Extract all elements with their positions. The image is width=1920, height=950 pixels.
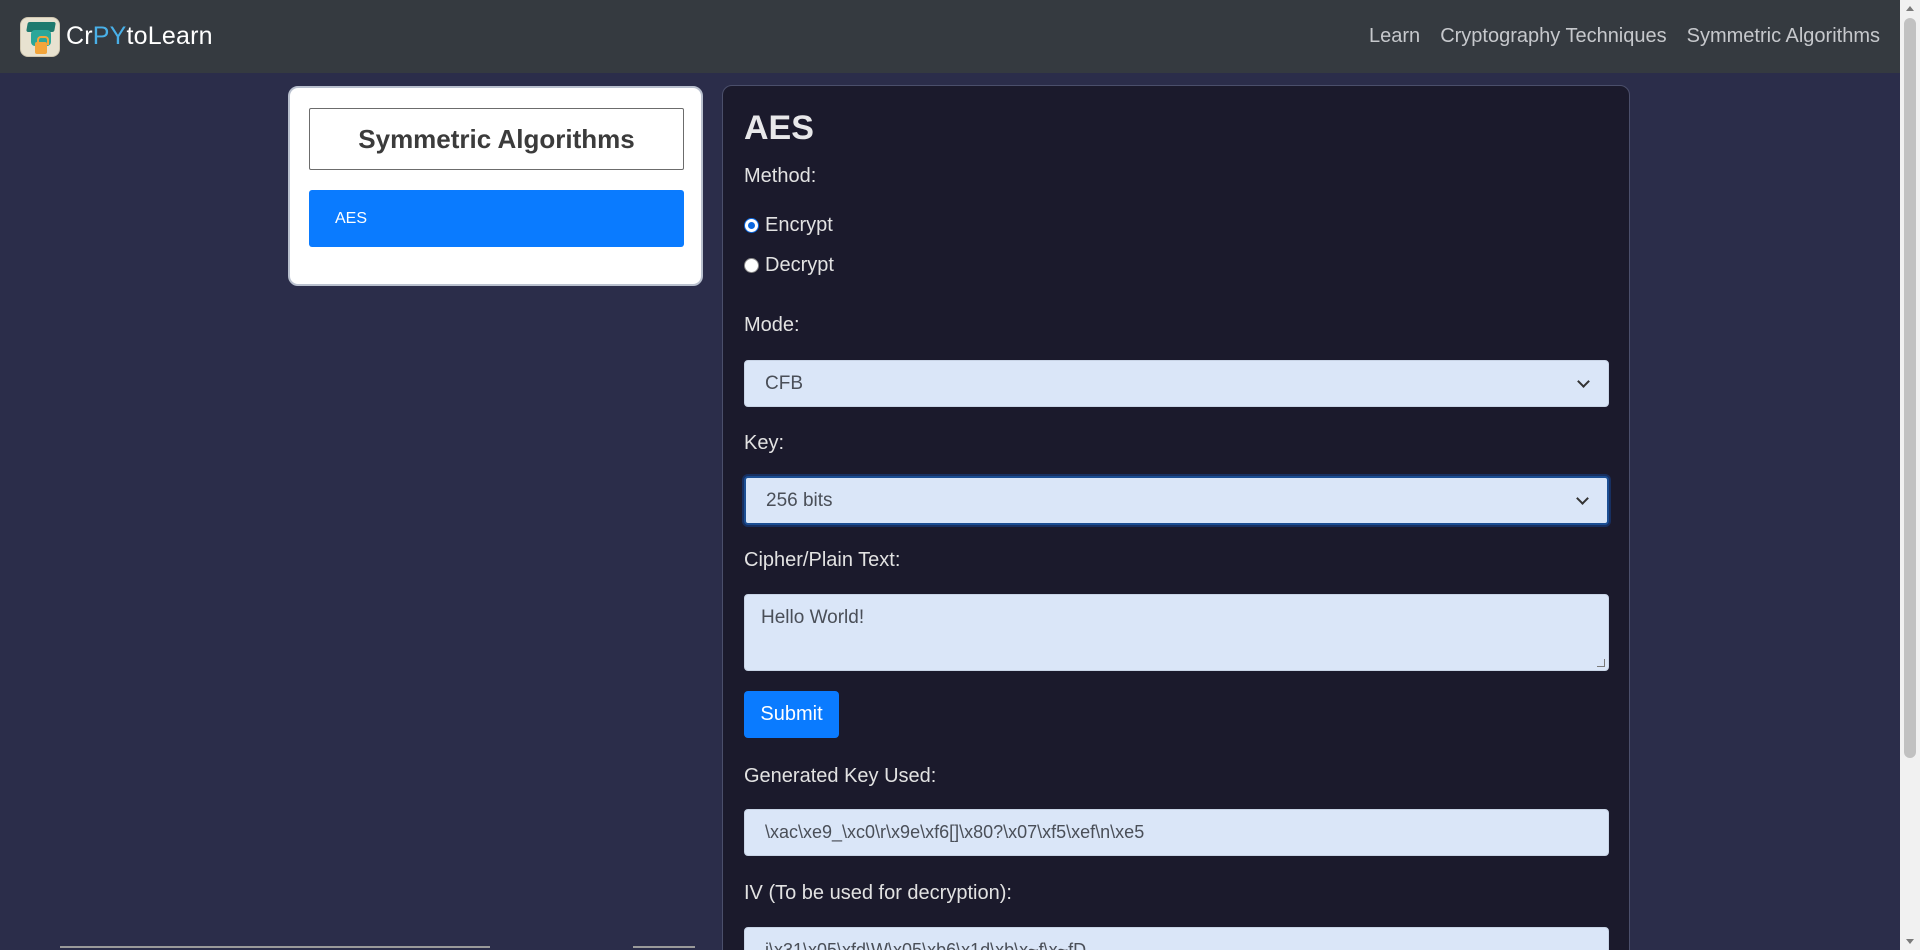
mode-label: Mode:: [744, 314, 800, 336]
key-select-value: 256 bits: [766, 489, 833, 511]
nav-link-symmetric-algorithms[interactable]: Symmetric Algorithms: [1687, 25, 1880, 48]
brand-suffix: toLearn: [126, 22, 213, 50]
cipher-plain-text-input[interactable]: Hello World!: [744, 594, 1609, 671]
submit-button[interactable]: Submit: [744, 691, 839, 738]
brand[interactable]: CrPYtoLearn: [20, 16, 213, 57]
brand-prefix: Cr: [66, 22, 93, 50]
nav-link-learn[interactable]: Learn: [1369, 25, 1420, 48]
sidebar-title: Symmetric Algorithms: [309, 108, 684, 170]
scroll-up-icon[interactable]: [1906, 6, 1914, 11]
mode-select[interactable]: CFB: [744, 360, 1609, 407]
chevron-down-icon: [1577, 375, 1590, 388]
key-label: Key:: [744, 432, 785, 454]
algorithm-title: AES: [744, 109, 814, 147]
horizontal-scroll-indicator: [633, 946, 695, 948]
chevron-down-icon: [1576, 492, 1589, 505]
brand-name: CrPYtoLearn: [66, 22, 213, 51]
key-select[interactable]: 256 bits: [744, 476, 1609, 525]
text-label: Cipher/Plain Text:: [744, 549, 901, 571]
generated-key-label: Generated Key Used:: [744, 765, 937, 787]
radio-decrypt-label: Decrypt: [765, 254, 834, 276]
radio-encrypt[interactable]: Encrypt: [744, 214, 833, 237]
sidebar-item-aes[interactable]: AES: [309, 190, 684, 247]
sidebar-card: Symmetric Algorithms AES: [288, 86, 703, 286]
iv-label: IV (To be used for decryption):: [744, 882, 1012, 904]
radio-decrypt-button[interactable]: [744, 258, 759, 273]
resize-handle-icon[interactable]: [1597, 659, 1605, 667]
iv-field[interactable]: i\x31\x05\xfd\W\x05\xb6\x1d\xb\x~f\x~fD: [744, 927, 1609, 950]
generated-key-field[interactable]: \xac\xe9_\xc0\r\x9e\xf6[]\x80?\x07\xf5\x…: [744, 809, 1609, 856]
scroll-down-icon[interactable]: [1906, 939, 1914, 944]
horizontal-scroll-indicator: [60, 946, 490, 948]
logo-icon: [20, 16, 60, 57]
algorithm-form-card: AES Method: Encrypt Decrypt Mode: CFB Ke…: [722, 85, 1630, 950]
cipher-plain-text-value: Hello World!: [761, 607, 865, 628]
mode-select-value: CFB: [765, 372, 803, 394]
iv-value: i\x31\x05\xfd\W\x05\xb6\x1d\xb\x~f\x~fD: [765, 940, 1087, 950]
brand-highlight: PY: [92, 22, 127, 50]
nav-link-cryptography-techniques[interactable]: Cryptography Techniques: [1440, 25, 1666, 48]
top-navbar: CrPYtoLearn Learn Cryptography Technique…: [0, 0, 1900, 73]
radio-encrypt-button[interactable]: [744, 218, 759, 233]
method-label: Method:: [744, 165, 817, 187]
radio-decrypt[interactable]: Decrypt: [744, 254, 834, 277]
nav-links: Learn Cryptography Techniques Symmetric …: [1369, 25, 1880, 48]
scrollbar-thumb[interactable]: [1904, 18, 1916, 758]
radio-encrypt-label: Encrypt: [765, 214, 833, 236]
generated-key-value: \xac\xe9_\xc0\r\x9e\xf6[]\x80?\x07\xf5\x…: [765, 822, 1145, 842]
vertical-scrollbar[interactable]: [1900, 0, 1920, 950]
